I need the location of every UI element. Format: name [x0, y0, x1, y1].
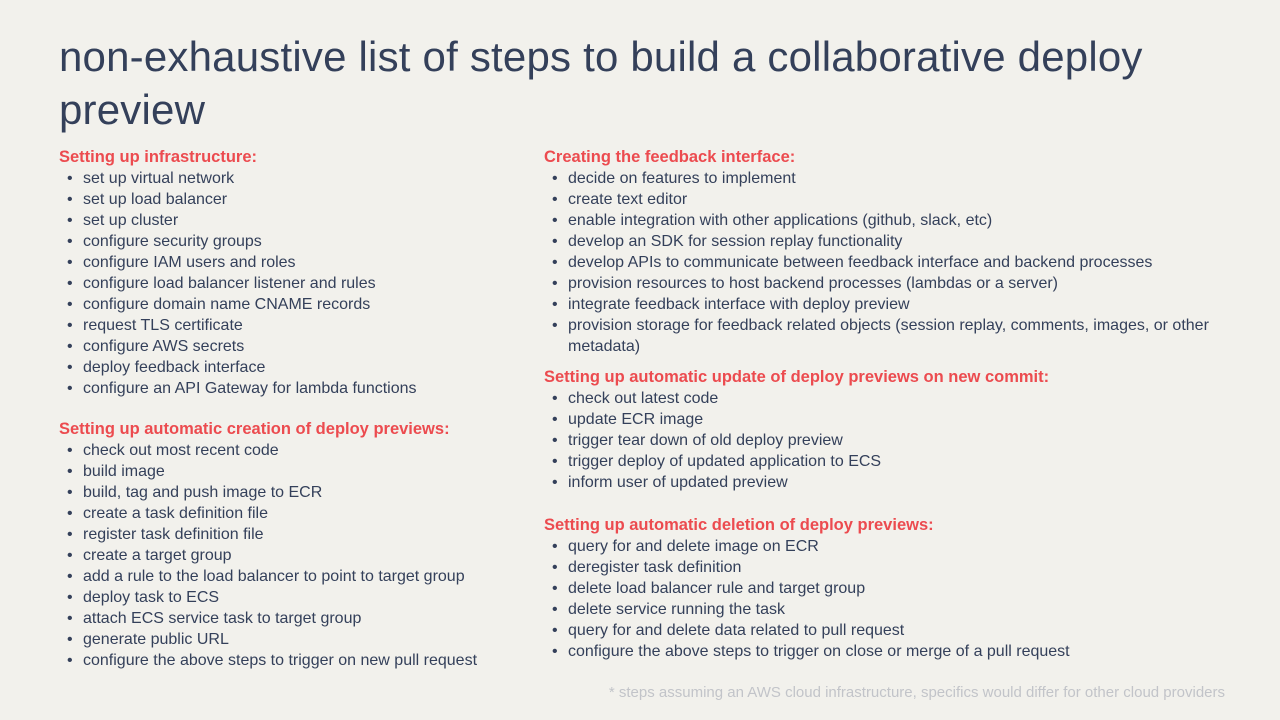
section-heading-update: Setting up automatic update of deploy pr… — [544, 368, 1050, 386]
list-item: build image — [59, 461, 529, 482]
list-item: develop APIs to communicate between feed… — [544, 252, 1244, 273]
list-item: provision storage for feedback related o… — [544, 315, 1244, 357]
list-item: create a target group — [59, 545, 529, 566]
list-item: generate public URL — [59, 629, 529, 650]
list-item: configure security groups — [59, 231, 529, 252]
list-item: set up virtual network — [59, 168, 529, 189]
section-heading-creation: Setting up automatic creation of deploy … — [59, 420, 450, 438]
section-heading-deletion: Setting up automatic deletion of deploy … — [544, 516, 934, 534]
deletion-steps-list: query for and delete image on ECR deregi… — [544, 536, 1244, 662]
list-item: configure an API Gateway for lambda func… — [59, 378, 529, 399]
list-item: delete service running the task — [544, 599, 1244, 620]
section-heading-feedback-interface: Creating the feedback interface: — [544, 148, 796, 166]
list-item: query for and delete data related to pul… — [544, 620, 1244, 641]
list-item: create a task definition file — [59, 503, 529, 524]
footnote: * steps assuming an AWS cloud infrastruc… — [608, 684, 1225, 701]
list-item: register task definition file — [59, 524, 529, 545]
list-item: enable integration with other applicatio… — [544, 210, 1244, 231]
right-column: Creating the feedback interface: decide … — [544, 147, 1244, 662]
list-item: set up load balancer — [59, 189, 529, 210]
page-title: non-exhaustive list of steps to build a … — [59, 33, 1143, 133]
list-item: deploy feedback interface — [59, 357, 529, 378]
list-item: request TLS certificate — [59, 315, 529, 336]
infrastructure-steps-list: set up virtual network set up load balan… — [59, 168, 529, 399]
list-item: configure IAM users and roles — [59, 252, 529, 273]
list-item: configure domain name CNAME records — [59, 294, 529, 315]
list-item: delete load balancer rule and target gro… — [544, 578, 1244, 599]
update-steps-list: check out latest code update ECR image t… — [544, 388, 1244, 493]
list-item: set up cluster — [59, 210, 529, 231]
list-item: configure the above steps to trigger on … — [59, 650, 529, 671]
list-item: build, tag and push image to ECR — [59, 482, 529, 503]
list-item: query for and delete image on ECR — [544, 536, 1244, 557]
list-item: trigger tear down of old deploy preview — [544, 430, 1244, 451]
list-item: deploy task to ECS — [59, 587, 529, 608]
left-column: Setting up infrastructure: set up virtua… — [59, 147, 529, 671]
creation-steps-list: check out most recent code build image b… — [59, 440, 529, 671]
list-item: inform user of updated preview — [544, 472, 1244, 493]
list-item: create text editor — [544, 189, 1244, 210]
list-item: check out most recent code — [59, 440, 529, 461]
feedback-interface-steps-list: decide on features to implement create t… — [544, 168, 1244, 357]
section-heading-infrastructure: Setting up infrastructure: — [59, 148, 258, 166]
list-item: attach ECS service task to target group — [59, 608, 529, 629]
list-item: provision resources to host backend proc… — [544, 273, 1244, 294]
list-item: integrate feedback interface with deploy… — [544, 294, 1244, 315]
list-item: configure AWS secrets — [59, 336, 529, 357]
list-item: trigger deploy of updated application to… — [544, 451, 1244, 472]
list-item: add a rule to the load balancer to point… — [59, 566, 529, 587]
list-item: configure load balancer listener and rul… — [59, 273, 529, 294]
list-item: decide on features to implement — [544, 168, 1244, 189]
list-item: deregister task definition — [544, 557, 1244, 578]
list-item: check out latest code — [544, 388, 1244, 409]
list-item: develop an SDK for session replay functi… — [544, 231, 1244, 252]
list-item: configure the above steps to trigger on … — [544, 641, 1244, 662]
list-item: update ECR image — [544, 409, 1244, 430]
